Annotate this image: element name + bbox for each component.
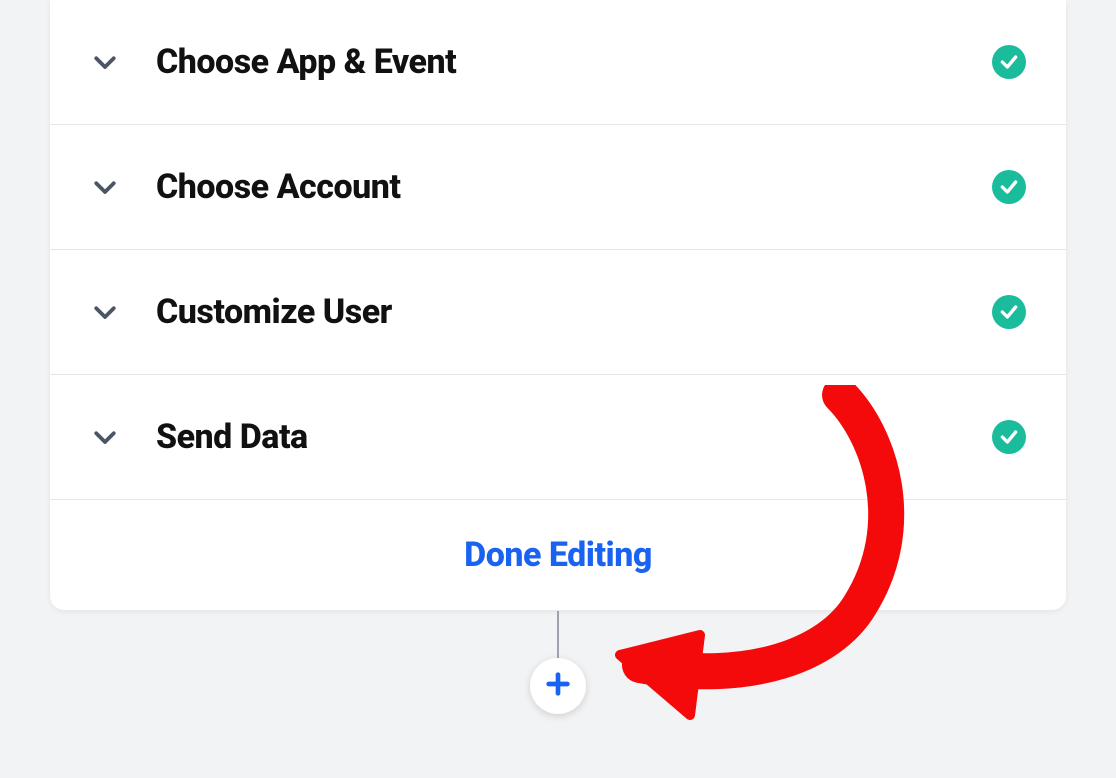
step-row-customize-user[interactable]: Customize User [50,250,1066,375]
editor-card: Choose App & Event Choose Account Custom… [50,0,1066,610]
chevron-down-icon [90,422,120,452]
check-icon [992,45,1026,79]
done-editing-link[interactable]: Done Editing [464,535,652,575]
chevron-down-icon [90,297,120,327]
step-row-choose-app-event[interactable]: Choose App & Event [50,0,1066,125]
step-label: Customize User [156,292,992,332]
chevron-down-icon [90,47,120,77]
check-icon [992,420,1026,454]
chevron-down-icon [90,172,120,202]
check-icon [992,295,1026,329]
step-label: Choose App & Event [156,42,992,82]
step-label: Choose Account [156,167,992,207]
step-row-choose-account[interactable]: Choose Account [50,125,1066,250]
check-icon [992,170,1026,204]
add-step-button[interactable] [530,658,586,714]
plus-icon [544,670,572,702]
done-row: Done Editing [50,500,1066,610]
step-label: Send Data [156,417,992,457]
step-row-send-data[interactable]: Send Data [50,375,1066,500]
